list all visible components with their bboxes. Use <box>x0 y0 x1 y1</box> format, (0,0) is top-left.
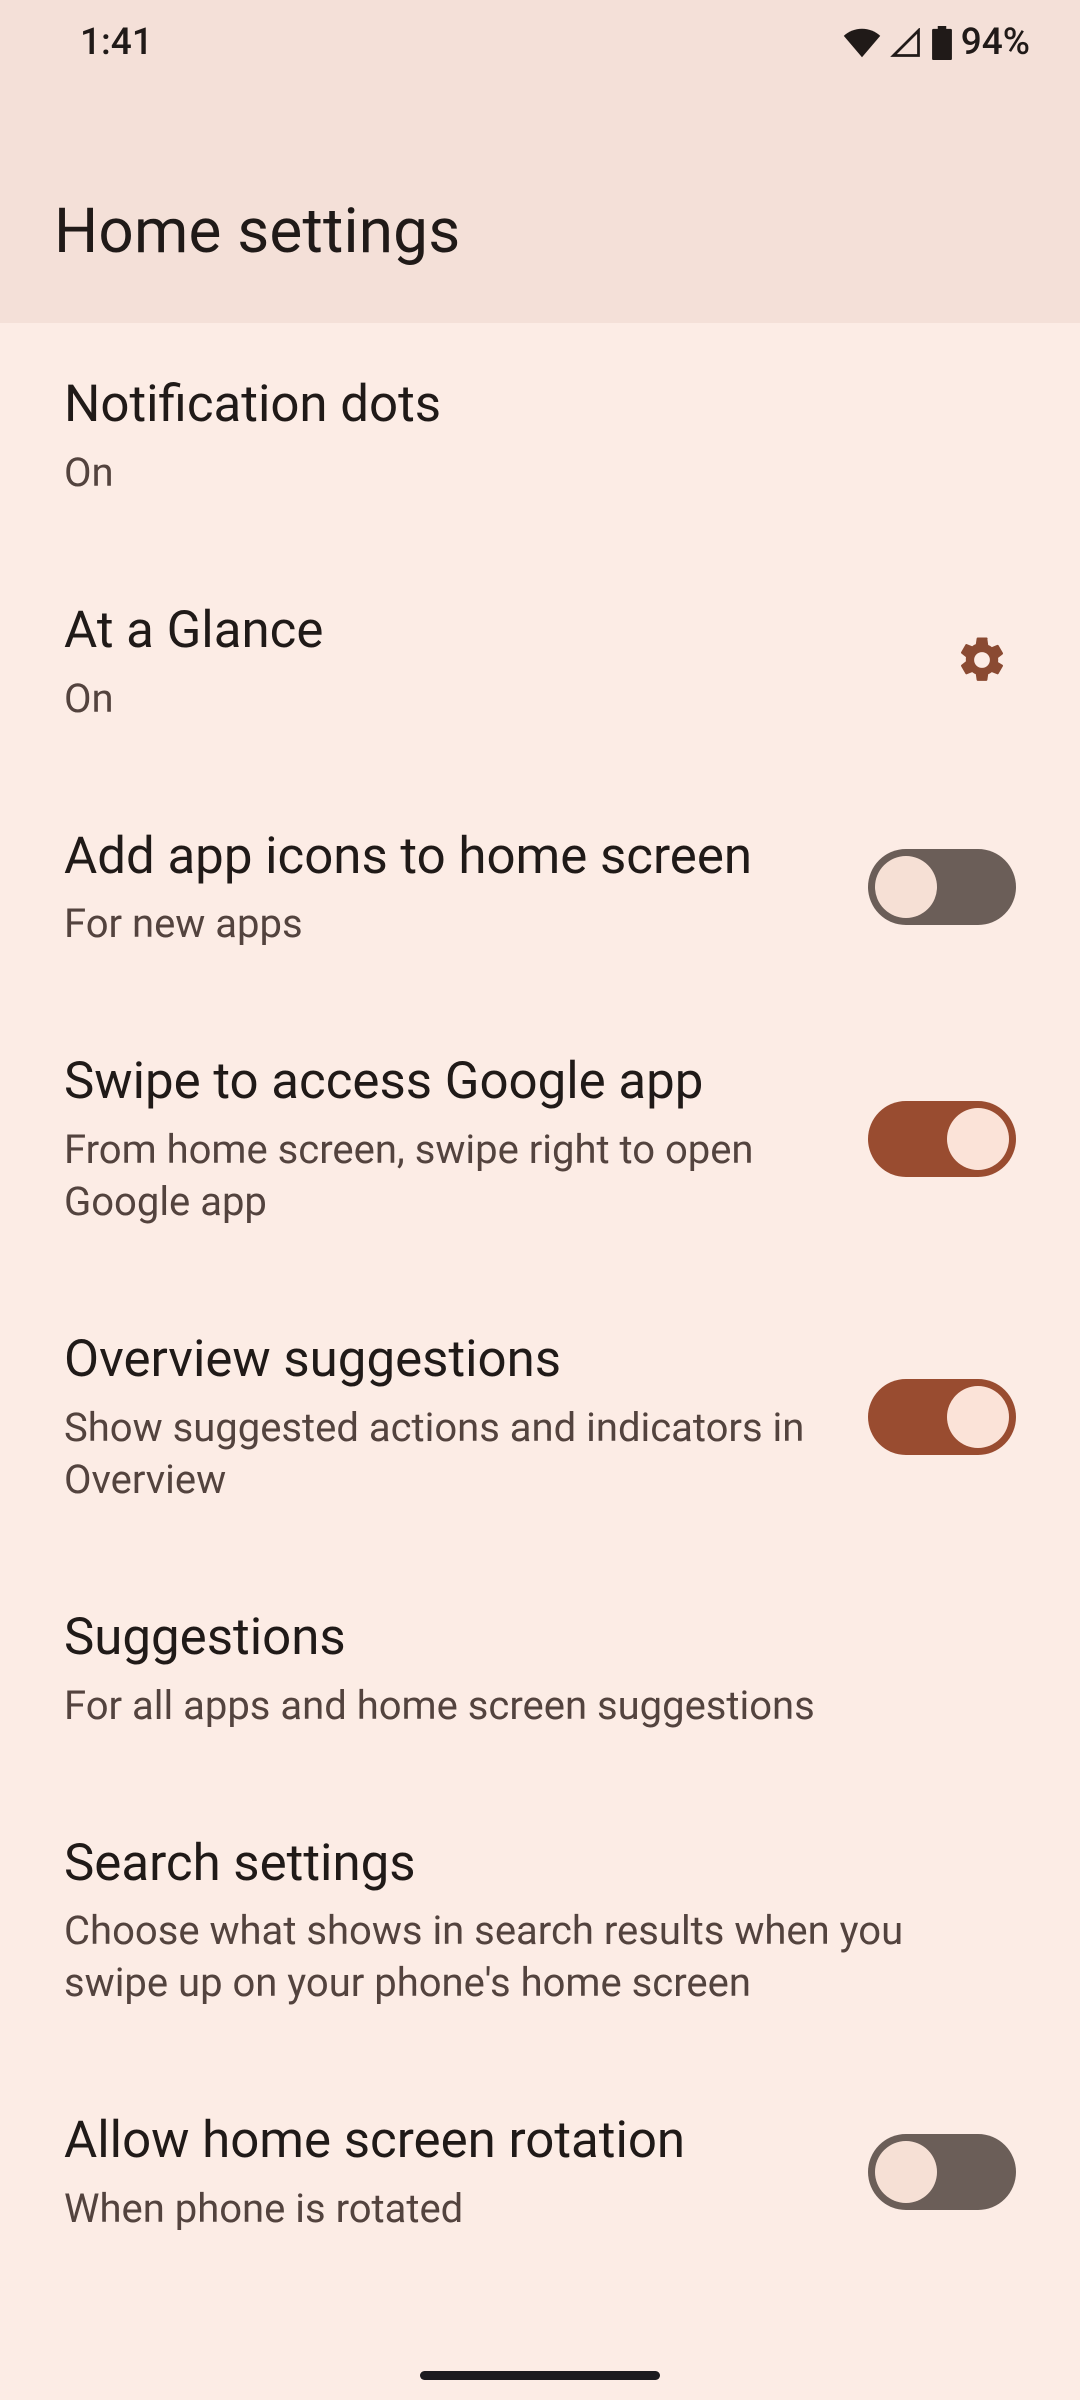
item-at-a-glance[interactable]: At a Glance On <box>0 549 1080 775</box>
item-title: Add app icons to home screen <box>64 825 838 889</box>
item-title: Swipe to access Google app <box>64 1050 838 1114</box>
item-add-app-icons[interactable]: Add app icons to home screen For new app… <box>0 775 1080 1001</box>
item-subtitle: On <box>64 447 1016 499</box>
battery-percent: 94% <box>961 21 1030 64</box>
wifi-icon <box>843 28 881 58</box>
item-allow-rotation[interactable]: Allow home screen rotation When phone is… <box>0 2059 1080 2285</box>
status-bar: 1:41 94% <box>0 0 1080 85</box>
item-notification-dots[interactable]: Notification dots On <box>0 323 1080 549</box>
item-title: Notification dots <box>64 373 1016 437</box>
settings-list: Notification dots On At a Glance On Add … <box>0 323 1080 2285</box>
gesture-nav-bar[interactable] <box>420 2371 660 2380</box>
item-subtitle: For all apps and home screen suggestions <box>64 1680 1016 1732</box>
at-a-glance-settings-button[interactable] <box>942 622 1022 702</box>
item-subtitle: For new apps <box>64 898 838 950</box>
item-suggestions[interactable]: Suggestions For all apps and home screen… <box>0 1556 1080 1782</box>
item-title: Overview suggestions <box>64 1328 838 1392</box>
battery-icon <box>931 26 953 60</box>
cell-signal-icon <box>889 28 923 58</box>
swipe-google-toggle[interactable] <box>868 1101 1016 1177</box>
item-subtitle: From home screen, swipe right to open Go… <box>64 1124 838 1228</box>
item-subtitle: When phone is rotated <box>64 2183 838 2235</box>
item-overview-suggestions[interactable]: Overview suggestions Show suggested acti… <box>0 1278 1080 1556</box>
item-title: Search settings <box>64 1832 1016 1896</box>
page-title: Home settings <box>54 195 1026 268</box>
item-search-settings[interactable]: Search settings Choose what shows in sea… <box>0 1782 1080 2060</box>
status-time: 1:41 <box>80 21 153 64</box>
status-icons: 94% <box>843 21 1030 64</box>
item-swipe-google-app[interactable]: Swipe to access Google app From home scr… <box>0 1000 1080 1278</box>
header: Home settings <box>0 85 1080 323</box>
item-subtitle: Show suggested actions and indicators in… <box>64 1402 838 1506</box>
item-subtitle: On <box>64 673 912 725</box>
item-title: Suggestions <box>64 1606 1016 1670</box>
item-subtitle: Choose what shows in search results when… <box>64 1905 1016 2009</box>
item-title: At a Glance <box>64 599 912 663</box>
allow-rotation-toggle[interactable] <box>868 2134 1016 2210</box>
overview-suggestions-toggle[interactable] <box>868 1379 1016 1455</box>
add-app-icons-toggle[interactable] <box>868 849 1016 925</box>
gear-icon <box>955 633 1009 690</box>
item-title: Allow home screen rotation <box>64 2109 838 2173</box>
